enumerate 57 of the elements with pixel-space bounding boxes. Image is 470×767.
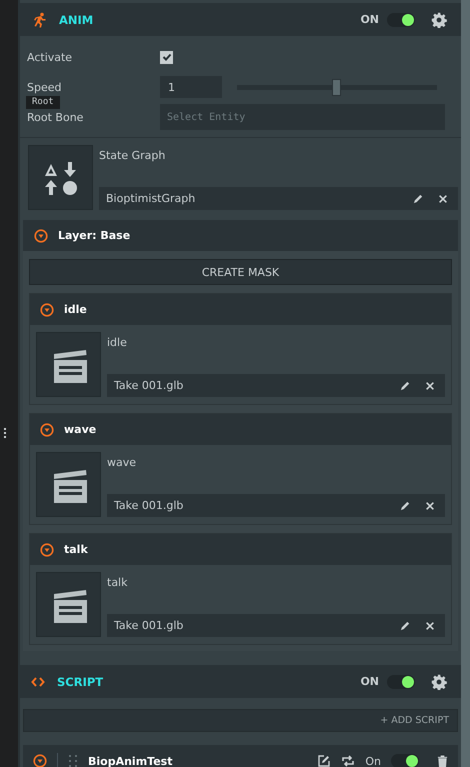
field-label: Root Bone (27, 110, 84, 124)
asset-name: Take 001.glb (114, 499, 184, 512)
toggle-label: On (365, 754, 381, 767)
asset-name: Take 001.glb (114, 619, 184, 632)
component-title: SCRIPT (57, 674, 104, 688)
close-icon[interactable] (425, 380, 435, 390)
collapse-icon[interactable] (40, 302, 54, 316)
asset-label: talk (107, 576, 128, 589)
create-mask-button[interactable]: CREATE MASK (29, 259, 452, 285)
state-title: wave (64, 423, 96, 436)
asset-label: State Graph (99, 149, 166, 162)
slider-thumb[interactable] (332, 78, 341, 96)
add-script-button[interactable]: + ADD SCRIPT (23, 709, 458, 732)
tooltip: Root (26, 96, 60, 109)
checkbox[interactable] (160, 50, 173, 64)
toggle-switch[interactable] (391, 754, 419, 767)
asset-field[interactable]: BioptimistGraph (99, 187, 458, 210)
script-name: BiopAnimTest (88, 754, 172, 767)
toggle-switch[interactable] (387, 12, 415, 26)
state-title: idle (64, 303, 87, 316)
collapse-icon[interactable] (40, 422, 54, 436)
running-figure-icon (31, 12, 47, 28)
settings-icon[interactable] (431, 12, 447, 28)
edit-icon[interactable] (400, 380, 411, 391)
asset-field[interactable]: Take 001.glb (107, 374, 445, 397)
edit-icon[interactable] (413, 193, 424, 204)
collapse-icon[interactable] (34, 228, 48, 242)
code-icon (31, 674, 45, 688)
close-icon[interactable] (425, 500, 435, 510)
toggle-label: ON (360, 13, 379, 26)
asset-field[interactable]: Take 001.glb (107, 614, 445, 637)
state-title: talk (64, 543, 88, 556)
drag-handle-icon[interactable] (68, 754, 78, 767)
number-field[interactable]: 1 (160, 76, 222, 98)
edit-icon[interactable] (400, 620, 411, 631)
asset-name: BioptimistGraph (106, 192, 196, 205)
field-label: Activate (27, 50, 74, 64)
asset-label: wave (107, 456, 138, 469)
asset-field[interactable]: Take 001.glb (107, 494, 445, 517)
collapse-icon[interactable] (40, 542, 54, 556)
reload-icon[interactable] (341, 754, 356, 767)
entity-field[interactable]: Select Entity (160, 104, 445, 130)
settings-icon[interactable] (431, 674, 447, 690)
trash-icon[interactable] (437, 754, 448, 767)
close-icon[interactable] (425, 620, 435, 630)
scrollbar[interactable] (461, 0, 470, 767)
asset-name: Take 001.glb (114, 379, 184, 392)
edit-icon[interactable] (317, 754, 332, 767)
layer-title: Layer: Base (58, 229, 130, 242)
toggle-switch[interactable] (387, 674, 415, 688)
edit-icon[interactable] (400, 500, 411, 511)
component-title: ANIM (59, 12, 94, 26)
asset-label: idle (107, 336, 128, 349)
collapse-icon[interactable] (33, 754, 47, 767)
field-label: Speed (27, 80, 62, 94)
close-icon[interactable] (438, 194, 448, 204)
toggle-label: ON (360, 675, 379, 688)
